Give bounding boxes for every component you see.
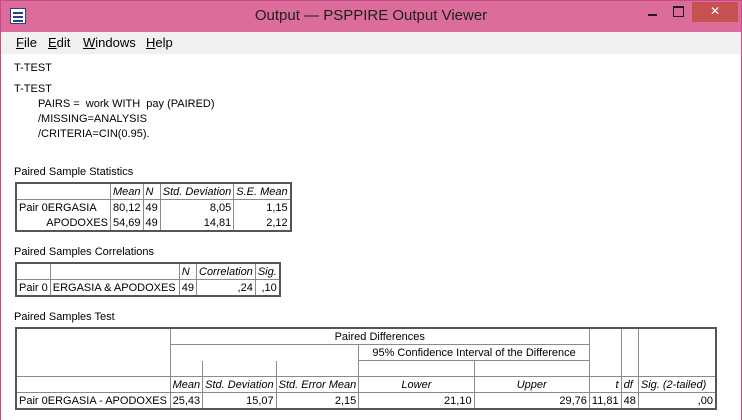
corr-pair-label: Pair 0 <box>15 279 51 297</box>
stats-caption: Paired Sample Statistics <box>14 166 134 178</box>
test-cell: 2,15 <box>275 392 360 410</box>
test-header-mean: Mean <box>169 376 204 393</box>
test-header-lower: Lower <box>358 376 475 393</box>
corr-caption: Paired Samples Correlations <box>14 246 155 258</box>
test-cell: 29,76 <box>473 392 590 410</box>
test-header-upper: Upper <box>473 376 590 393</box>
test-cell: 15,07 <box>202 392 277 410</box>
corr-cell: 49 <box>178 279 198 297</box>
test-group-header: Paired Differences <box>169 327 590 345</box>
test-header-sig: Sig. (2-tailed) <box>637 376 717 393</box>
minimize-button[interactable] <box>639 2 665 22</box>
stats-cell: 2,12 <box>233 215 292 232</box>
corr-cell: ,10 <box>254 279 281 297</box>
test-cell: 25,43 <box>169 392 204 410</box>
stats-corner-cell <box>15 182 111 200</box>
close-button[interactable] <box>692 2 738 22</box>
corr-corner-cell <box>49 262 180 280</box>
title-bar[interactable]: Output — PSPPIRE Output Viewer <box>1 1 741 32</box>
stats-cell: 49 <box>142 199 161 215</box>
corr-header-correlation: Correlation <box>196 262 256 280</box>
stats-header-n: N <box>142 182 161 200</box>
menu-edit[interactable]: Edit <box>48 35 70 50</box>
corr-header-n: N <box>178 262 198 280</box>
menu-help[interactable]: Help <box>146 35 173 50</box>
test-corner-cell <box>15 327 171 377</box>
test-blank-cell <box>473 360 590 377</box>
stats-cell: 80,12 <box>110 199 144 215</box>
corr-row-label: ERGASIA & APODOXES <box>49 279 180 297</box>
test-blank-cell <box>588 327 622 377</box>
syntax-heading: T-TEST <box>14 83 52 95</box>
syntax-line: PAIRS = work WITH pay (PAIRED) <box>38 98 215 110</box>
syntax-line: /MISSING=ANALYSIS <box>38 113 147 125</box>
paired-stats-table: Mean N Std. Deviation S.E. Mean Pair 0ER… <box>15 182 292 232</box>
stats-cell: 1,15 <box>233 199 292 215</box>
corr-cell: ,24 <box>196 279 256 297</box>
window-title: Output — PSPPIRE Output Viewer <box>254 7 488 24</box>
test-header-t: t <box>588 376 622 393</box>
output-pane[interactable]: T-TEST T-TEST PAIRS = work WITH pay (PAI… <box>1 54 741 420</box>
output-heading: T-TEST <box>14 62 52 74</box>
paired-samples-test-table: Paired Differences 95% Confidence Interv… <box>15 327 717 410</box>
paired-correlations-table: N Correlation Sig. Pair 0 ERGASIA & APOD… <box>15 262 281 297</box>
menu-windows[interactable]: Windows <box>83 35 136 50</box>
stats-header-se: S.E. Mean <box>233 182 292 200</box>
syntax-line: /CRITERIA=CIN(0.95). <box>38 128 150 140</box>
stats-header-sd: Std. Deviation <box>159 182 235 200</box>
test-header-df: df <box>620 376 639 393</box>
test-blank-cell <box>202 360 277 377</box>
stats-cell: 14,81 <box>159 215 235 232</box>
menu-bar: File Edit Windows Help <box>1 32 741 54</box>
menu-file[interactable]: File <box>16 35 37 50</box>
stats-header-mean: Mean <box>110 182 144 200</box>
test-cell: 21,10 <box>358 392 475 410</box>
corr-corner-cell <box>15 262 51 280</box>
test-blank-cell <box>169 344 360 361</box>
stats-cell: 54,69 <box>110 215 144 232</box>
output-viewer-window: Output — PSPPIRE Output Viewer File Edit… <box>0 0 742 420</box>
stats-var-label: APODOXES <box>15 215 111 232</box>
test-cell: ,00 <box>637 392 717 410</box>
test-blank-cell <box>169 360 204 377</box>
stats-pair-label: Pair 0ERGASIA <box>15 199 111 215</box>
test-blank-cell <box>637 327 717 377</box>
test-cell: 11,81 <box>588 392 622 410</box>
corr-header-sig: Sig. <box>254 262 281 280</box>
test-header-sd: Std. Deviation <box>202 376 277 393</box>
test-row-label: Pair 0ERGASIA - APODOXES <box>15 392 171 410</box>
test-blank-cell <box>15 376 171 393</box>
maximize-button[interactable] <box>665 2 691 22</box>
stats-cell: 8,05 <box>159 199 235 215</box>
test-blank-cell <box>358 360 475 377</box>
test-blank-cell <box>275 360 360 377</box>
stats-cell: 49 <box>142 215 161 232</box>
test-caption: Paired Samples Test <box>14 311 115 323</box>
test-ci-header: 95% Confidence Interval of the Differenc… <box>358 344 590 361</box>
test-cell: 48 <box>620 392 639 410</box>
test-blank-cell <box>620 327 639 377</box>
test-header-se: Std. Error Mean <box>275 376 360 393</box>
